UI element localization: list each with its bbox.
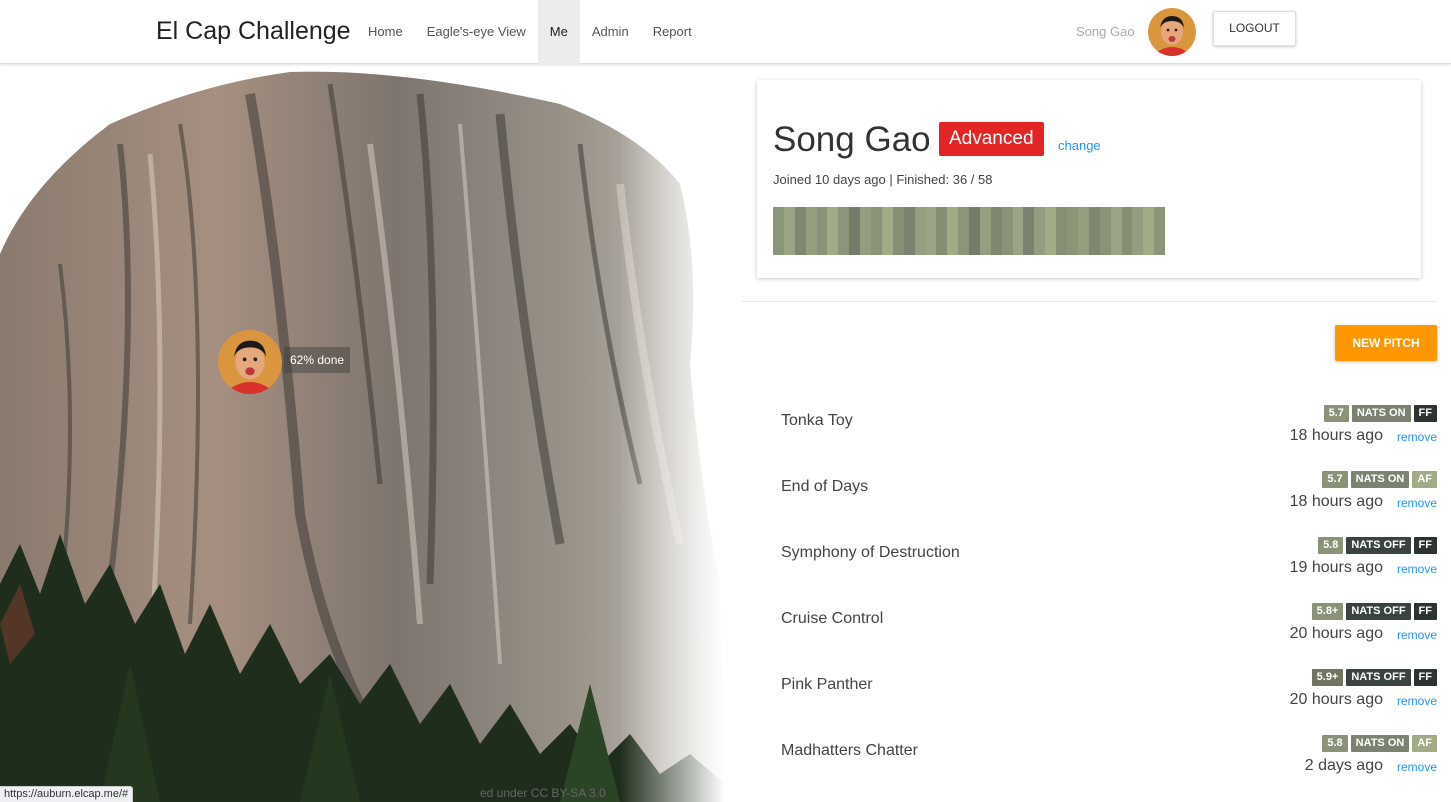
grade-tag: 5.9+	[1311, 669, 1344, 686]
nav-links: Home Eagle's-eye View Me Admin Report	[356, 0, 704, 64]
nats-tag: NATS OFF	[1346, 537, 1411, 554]
level-badge: Advanced	[939, 122, 1044, 156]
el-cap-illustration	[0, 64, 725, 802]
pitch-name[interactable]: Tonka Toy	[781, 412, 853, 430]
pitch-name[interactable]: Symphony of Destruction	[781, 544, 960, 562]
style-tag: AF	[1412, 471, 1437, 488]
change-level-link[interactable]: change	[1058, 138, 1101, 153]
pitch-time: 20 hours ago	[1289, 691, 1383, 708]
list-item: Cruise Control 5.8+ NATS OFF FF 20 hours…	[781, 603, 1437, 669]
pitch-name[interactable]: End of Days	[781, 478, 868, 496]
image-credit: ed under CC BY-SA 3.0	[480, 786, 606, 800]
nav-home[interactable]: Home	[356, 0, 415, 64]
grade-tag: 5.7	[1322, 471, 1348, 488]
nats-tag: NATS ON	[1350, 471, 1410, 488]
style-tag: FF	[1413, 405, 1437, 422]
style-tag: AF	[1412, 735, 1437, 752]
nats-tag: NATS ON	[1350, 735, 1410, 752]
list-item: Symphony of Destruction 5.8 NATS OFF FF …	[781, 537, 1437, 603]
divider	[741, 301, 1437, 302]
nav-eagles-eye-view[interactable]: Eagle's-eye View	[415, 0, 538, 64]
remove-link[interactable]: remove	[1397, 562, 1437, 576]
pitch-time: 20 hours ago	[1289, 625, 1383, 642]
pitch-tags: 5.7 NATS ON FF	[1323, 405, 1437, 422]
remove-link[interactable]: remove	[1397, 694, 1437, 708]
pitch-tags: 5.8 NATS OFF FF	[1318, 537, 1437, 554]
climb-history-strip	[773, 207, 1166, 255]
nats-tag: NATS OFF	[1346, 669, 1411, 686]
pitch-tags: 5.9+ NATS OFF FF	[1311, 669, 1437, 686]
nav-report[interactable]: Report	[641, 0, 704, 64]
pitch-time: 2 days ago	[1304, 757, 1383, 774]
status-bar-url: https://auburn.elcap.me/#	[0, 786, 134, 802]
pitch-name[interactable]: Cruise Control	[781, 610, 883, 628]
pitch-time: 18 hours ago	[1289, 493, 1383, 510]
list-item: Pink Panther 5.9+ NATS OFF FF 20 hours a…	[781, 669, 1437, 735]
pitch-name[interactable]: Pink Panther	[781, 676, 873, 694]
pitch-time: 19 hours ago	[1289, 559, 1383, 576]
list-item: Tonka Toy 5.7 NATS ON FF 18 hours ago re…	[781, 405, 1437, 471]
new-pitch-button[interactable]: NEW PITCH	[1335, 325, 1437, 361]
climber-avatar-icon	[218, 330, 282, 394]
remove-link[interactable]: remove	[1397, 496, 1437, 510]
navbar: El Cap Challenge Home Eagle's-eye View M…	[0, 0, 1451, 64]
grade-tag: 5.7	[1323, 405, 1349, 422]
list-item: End of Days 5.7 NATS ON AF 18 hours ago …	[781, 471, 1437, 537]
grade-tag: 5.8	[1322, 735, 1348, 752]
nav-user-name: Song Gao	[1076, 24, 1135, 39]
progress-label: 62% done	[284, 347, 351, 373]
grade-tag: 5.8	[1318, 537, 1344, 554]
el-cap-hero: 62% done ed under CC BY-SA 3.0	[0, 64, 725, 802]
pitch-tags: 5.8+ NATS OFF FF	[1311, 603, 1437, 620]
style-tag: FF	[1413, 603, 1437, 620]
remove-link[interactable]: remove	[1397, 760, 1437, 774]
remove-link[interactable]: remove	[1397, 430, 1437, 444]
nats-tag: NATS OFF	[1346, 603, 1411, 620]
pitch-time: 18 hours ago	[1289, 427, 1383, 444]
user-avatar-icon	[1148, 8, 1196, 56]
style-tag: FF	[1413, 537, 1437, 554]
climber-avatar[interactable]	[218, 330, 282, 394]
nav-admin[interactable]: Admin	[580, 0, 641, 64]
profile-name: Song Gao	[773, 120, 931, 159]
list-item: Madhatters Chatter 5.8 NATS ON AF 2 days…	[781, 735, 1437, 801]
grade-tag: 5.8+	[1311, 603, 1344, 620]
logout-button[interactable]: LOGOUT	[1213, 11, 1296, 46]
nats-tag: NATS ON	[1351, 405, 1411, 422]
pitch-name[interactable]: Madhatters Chatter	[781, 742, 918, 760]
remove-link[interactable]: remove	[1397, 628, 1437, 642]
profile-card: Song Gao Advanced change Joined 10 days …	[757, 80, 1421, 278]
brand-title[interactable]: El Cap Challenge	[156, 17, 351, 46]
pitch-tags: 5.8 NATS ON AF	[1322, 735, 1437, 752]
pitch-tags: 5.7 NATS ON AF	[1322, 471, 1437, 488]
profile-meta: Joined 10 days ago | Finished: 36 / 58	[773, 172, 993, 187]
avatar[interactable]	[1148, 8, 1196, 56]
style-tag: FF	[1413, 669, 1437, 686]
nav-me[interactable]: Me	[537, 0, 580, 64]
